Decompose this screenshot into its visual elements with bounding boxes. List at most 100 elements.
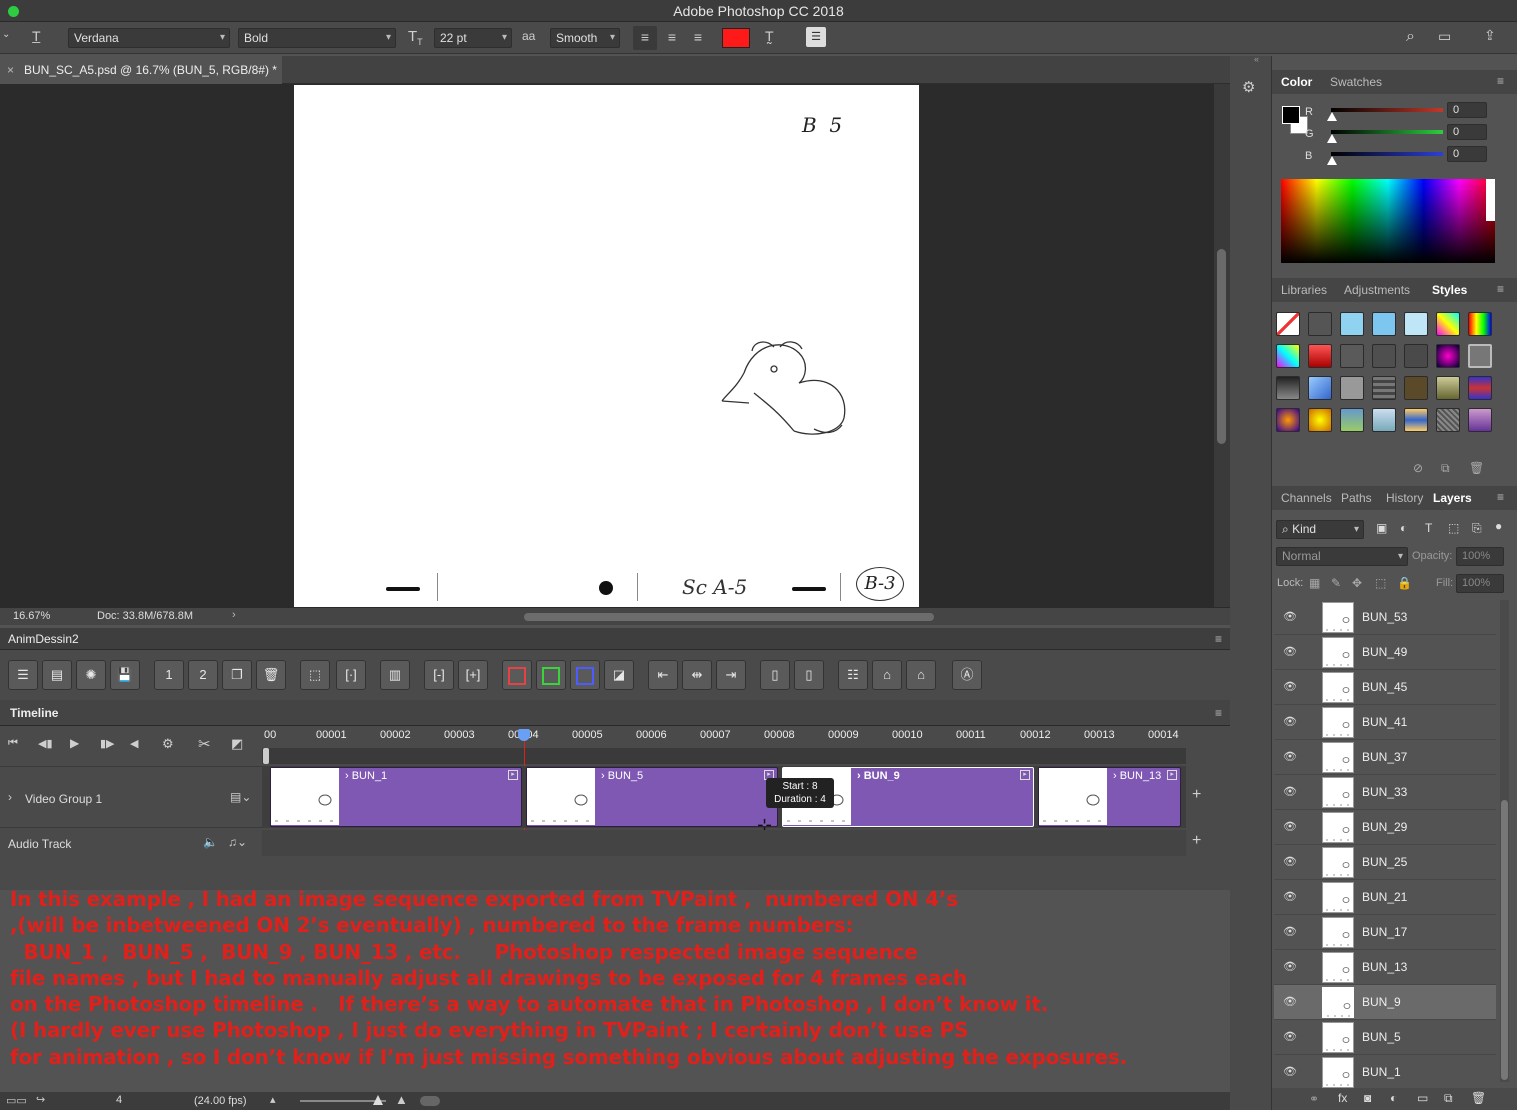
go-to-first-frame-icon[interactable]: ⏮ (8, 737, 18, 750)
foreground-color[interactable] (1282, 106, 1300, 124)
new-style-icon[interactable]: ⧉ (1441, 461, 1450, 476)
lock-transparent-icon[interactable]: ▦ (1309, 576, 1320, 590)
lock-artboard-icon[interactable]: ⬚ (1375, 576, 1386, 590)
channel-g-value[interactable]: 0 (1447, 124, 1487, 140)
style-swatch[interactable] (1468, 312, 1492, 336)
render-video-icon[interactable]: ↪ (36, 1093, 45, 1106)
tab-swatches[interactable]: Swatches (1330, 75, 1382, 89)
tab-history[interactable]: History (1386, 491, 1423, 505)
clip-bun-13[interactable]: › BUN_13 ▸ (1038, 767, 1182, 827)
add-audio-icon[interactable]: + (1192, 832, 1201, 850)
lock-position-icon[interactable]: ✥ (1352, 576, 1362, 590)
style-swatch[interactable] (1436, 344, 1460, 368)
style-swatch[interactable] (1436, 376, 1460, 400)
layer-kind-filter[interactable]: ⌕ Kind ▾ (1276, 520, 1364, 539)
zoom-level[interactable]: 16.67% (13, 610, 50, 622)
layer-row[interactable]: 👁 BUN_1 (1274, 1055, 1496, 1090)
layer-row[interactable]: 👁 BUN_5 (1274, 1020, 1496, 1055)
speaker-icon[interactable]: 🔈 (203, 835, 218, 849)
style-swatch[interactable] (1340, 312, 1364, 336)
export-text-button[interactable]: ⌂ (906, 660, 936, 690)
filter-type-icon[interactable]: T (1425, 521, 1432, 535)
document-canvas[interactable]: B 5 Sc A-5 B-3 (294, 85, 919, 607)
style-swatch[interactable] (1404, 312, 1428, 336)
tab-channels[interactable]: Channels (1281, 491, 1332, 505)
filter-toggle-icon[interactable]: ● (1495, 519, 1502, 533)
group-frames-button[interactable]: [·] (336, 660, 366, 690)
filter-smart-object-icon[interactable]: ⎘ (1472, 521, 1482, 536)
canvas-area[interactable]: B 5 Sc A-5 B-3 (0, 84, 1214, 607)
layer-row[interactable]: 👁 BUN_49 (1274, 635, 1496, 670)
layers-scrollbar[interactable] (1500, 600, 1509, 1082)
style-swatch[interactable] (1436, 408, 1460, 432)
insert-two-frames-button[interactable]: 2 (188, 660, 218, 690)
clear-color-button[interactable]: ◪ (604, 660, 634, 690)
video-options-icon[interactable]: ▤⌄ (230, 790, 251, 804)
blend-mode-select[interactable]: Normal ▾ (1276, 547, 1408, 566)
style-swatch[interactable] (1468, 376, 1492, 400)
delete-layer-icon[interactable]: 🗑 (1471, 1091, 1486, 1105)
close-icon[interactable]: × (7, 56, 14, 84)
expand-chevron-icon[interactable]: › (8, 790, 12, 804)
style-swatch[interactable] (1404, 376, 1428, 400)
style-swatch[interactable] (1340, 376, 1364, 400)
style-swatch[interactable] (1276, 344, 1300, 368)
set-out-point-button[interactable]: ▯ (794, 660, 824, 690)
set-in-point-button[interactable]: ▯ (760, 660, 790, 690)
layer-style-fx-icon[interactable]: fx (1338, 1091, 1347, 1105)
shrink-exposure-button[interactable]: [-] (424, 660, 454, 690)
collapse-icon[interactable]: « (1254, 54, 1259, 64)
duplicate-frame-button[interactable]: ❐ (222, 660, 252, 690)
workspace-icon[interactable]: ▭ (1438, 28, 1451, 45)
frame-options-button[interactable]: ✺ (76, 660, 106, 690)
timeline-scroll[interactable] (420, 1096, 440, 1106)
settings-gear-icon[interactable]: ⚙ (162, 736, 174, 752)
about-button[interactable]: Ⓐ (952, 660, 982, 690)
layer-row[interactable]: 👁 BUN_29 (1274, 810, 1496, 845)
style-swatch[interactable] (1340, 344, 1364, 368)
horizontal-scrollbar-thumb[interactable] (524, 613, 934, 621)
next-frame-icon[interactable]: ▮▶ (100, 737, 115, 750)
new-group-icon[interactable]: ▭ (1417, 1091, 1428, 1105)
channel-r-value[interactable]: 0 (1447, 102, 1487, 118)
clip-options-icon[interactable]: ▸ (508, 770, 518, 780)
channel-g-slider[interactable] (1331, 130, 1443, 134)
panel-menu-icon[interactable]: ≡ (1215, 628, 1222, 650)
tab-adjustments[interactable]: Adjustments (1344, 283, 1410, 297)
style-swatch[interactable] (1468, 408, 1492, 432)
visibility-eye-icon[interactable]: 👁 (1283, 1030, 1297, 1043)
select-frames-button[interactable]: ⬚ (300, 660, 330, 690)
style-swatch[interactable] (1308, 312, 1332, 336)
channel-r-slider[interactable] (1331, 108, 1443, 112)
layer-row[interactable]: 👁 BUN_37 (1274, 740, 1496, 775)
channel-b-slider[interactable] (1331, 152, 1443, 156)
layer-row[interactable]: 👁 BUN_33 (1274, 775, 1496, 810)
move-end-button[interactable]: ⇥ (716, 660, 746, 690)
style-swatch[interactable] (1404, 344, 1428, 368)
visibility-eye-icon[interactable]: 👁 (1283, 995, 1297, 1008)
clear-style-icon[interactable]: ⊘ (1413, 461, 1423, 475)
channel-r-thumb[interactable] (1327, 112, 1337, 121)
layer-row[interactable]: 👁 BUN_17 (1274, 915, 1496, 950)
visibility-eye-icon[interactable]: 👁 (1283, 645, 1297, 658)
style-swatch[interactable] (1276, 312, 1300, 336)
channel-g-thumb[interactable] (1327, 134, 1337, 143)
text-color-swatch[interactable] (722, 28, 750, 48)
style-swatch[interactable] (1340, 408, 1364, 432)
style-swatch[interactable] (1276, 408, 1300, 432)
color-spectrum[interactable] (1281, 179, 1495, 263)
vertical-scrollbar[interactable] (1214, 84, 1230, 607)
delete-style-icon[interactable]: 🗑 (1469, 461, 1484, 475)
style-swatch[interactable] (1372, 344, 1396, 368)
layer-row[interactable]: 👁 BUN_25 (1274, 845, 1496, 880)
align-left-icon[interactable]: ≡ (633, 26, 657, 50)
visibility-eye-icon[interactable]: 👁 (1283, 855, 1297, 868)
visibility-eye-icon[interactable]: 👁 (1283, 1065, 1297, 1078)
panel-menu-icon[interactable]: ≡ (1497, 74, 1504, 88)
warp-text-icon[interactable]: T̰ (765, 28, 774, 44)
visibility-eye-icon[interactable]: 👁 (1283, 715, 1297, 728)
fill-field[interactable]: 100% (1456, 574, 1504, 593)
style-swatch[interactable] (1276, 376, 1300, 400)
visibility-eye-icon[interactable]: 👁 (1283, 750, 1297, 763)
export-sheet-button[interactable]: ☷ (838, 660, 868, 690)
